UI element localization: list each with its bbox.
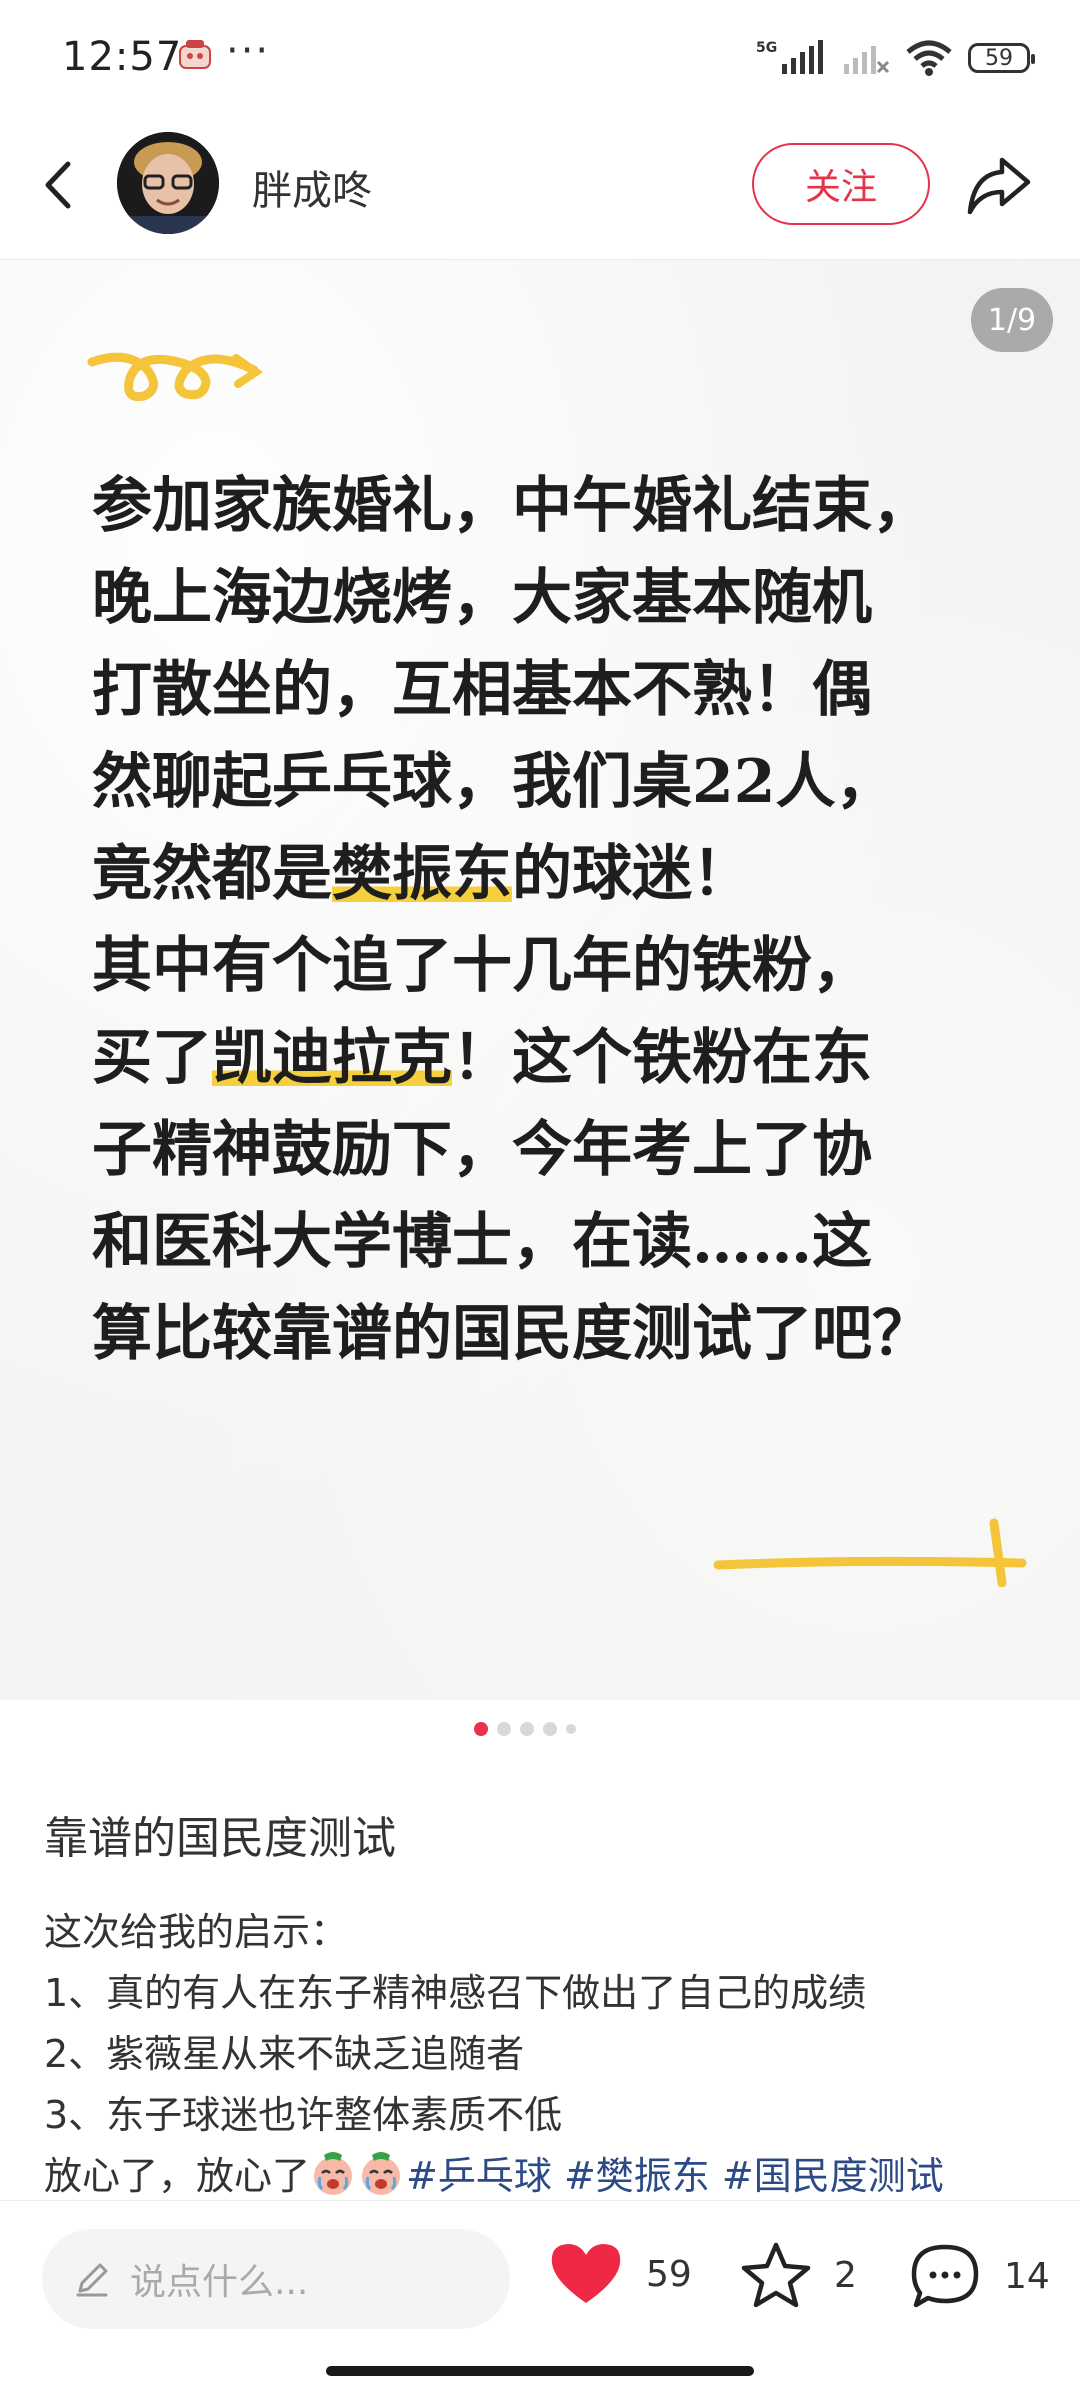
text-segment: 打散坐的，互相基本不熟！偶 <box>92 655 872 725</box>
text-segment: 晚上海边烧烤，大家基本随机 <box>92 563 872 633</box>
post-body-text: 放心了，放心了 <box>44 2154 311 2198</box>
signal-sim2-icon <box>844 46 890 74</box>
comment-input[interactable]: 说点什么... <box>42 2229 510 2329</box>
post-image-text-line: 算比较靠谱的国民度测试了吧？ <box>92 1288 1012 1380</box>
post-title: 靠谱的国民度测试 <box>44 1813 396 1864</box>
crying-emoji-icon <box>314 2152 353 2195</box>
post-image-text-line: 和医科大学博士，在读……这 <box>92 1196 1012 1288</box>
post-body-line: 这次给我的启示： <box>44 1910 349 1954</box>
text-segment: 和医科大学博士，在读……这 <box>92 1207 872 1277</box>
hashtag-link[interactable]: #乒乓球 <box>406 2154 552 2198</box>
underline-decoration-icon <box>713 1518 1027 1587</box>
post-image-text-line: 晚上海边烧烤，大家基本随机 <box>92 552 1012 644</box>
star-icon <box>741 2242 811 2308</box>
follow-button[interactable]: 关注 <box>752 143 930 225</box>
post-body: 这次给我的启示： 1、真的有人在东子精神感召下做出了自己的成绩 2、紫薇星从来不… <box>44 1902 1044 2207</box>
pencil-icon <box>76 2263 108 2297</box>
status-right: 5G 59 <box>756 36 1035 80</box>
like-button[interactable]: 59 <box>548 2241 692 2307</box>
image-pager: 1/9 <box>971 288 1053 352</box>
post-image-text-line: 子精神鼓励下，今年考上了协 <box>92 1104 1012 1196</box>
post-image-text-line: 打散坐的，互相基本不熟！偶 <box>92 644 1012 736</box>
bottom-action-bar: 说点什么... 59 2 14 <box>0 2200 1080 2350</box>
app-notification-icon <box>179 40 211 69</box>
post-body-line: 3、东子球迷也许整体素质不低 <box>44 2093 563 2137</box>
crying-emoji-icon <box>362 2152 401 2195</box>
text-segment: 子精神鼓励下，今年考上了协 <box>92 1115 872 1185</box>
status-bar: 12:57 ··· 5G 59 <box>0 0 1080 110</box>
post-body-line: 2、紫薇星从来不缺乏追随者 <box>44 2032 525 2076</box>
carousel-dot <box>566 1724 576 1734</box>
share-icon[interactable] <box>964 152 1034 218</box>
text-segment: 算比较靠谱的国民度测试了吧？ <box>92 1299 932 1369</box>
heart-icon <box>551 2244 621 2303</box>
signal-5g-icon: 5G <box>756 40 823 74</box>
comment-placeholder: 说点什么... <box>130 2262 309 2303</box>
svg-text:5G: 5G <box>756 40 777 56</box>
battery-icon: 59 <box>968 43 1035 73</box>
status-time: 12:57 <box>62 34 183 80</box>
comment-count: 14 <box>1004 2255 1050 2297</box>
post-header: 胖成咚 关注 <box>0 110 1080 260</box>
post-caption: 靠谱的国民度测试 这次给我的启示： 1、真的有人在东子精神感召下做出了自己的成绩… <box>44 1802 1044 2207</box>
post-body-line: 1、真的有人在东子精神感召下做出了自己的成绩 <box>44 1971 867 2015</box>
status-more-icon: ··· <box>226 28 271 74</box>
text-segment: 的球迷！ <box>512 839 752 909</box>
carousel-dot <box>497 1722 511 1736</box>
carousel-dot-active <box>474 1722 488 1736</box>
text-segment: ！这个铁粉在东 <box>452 1023 872 1093</box>
swirl-decoration-icon <box>87 352 264 402</box>
post-body-line-tags: 放心了，放心了 #乒乓球 #樊振东 #国民度测试 <box>44 2146 1044 2207</box>
post-image[interactable]: 1/9 参加家族婚礼，中午婚礼结束， 晚上海边烧烤，大家基本随机 打散坐的，互相基本… <box>0 260 1080 1700</box>
home-indicator[interactable] <box>326 2366 754 2376</box>
carousel-dot <box>543 1722 557 1736</box>
carousel-dot <box>520 1722 534 1736</box>
text-segment: 参加家族婚礼，中午婚礼结束， <box>92 471 932 541</box>
text-segment: 竟然都是 <box>92 839 332 909</box>
comment-bubble-icon <box>911 2244 979 2308</box>
author-avatar[interactable] <box>117 132 219 234</box>
comment-button[interactable]: 14 <box>908 2241 1050 2311</box>
post-image-text-line: 参加家族婚礼，中午婚礼结束， <box>92 460 1012 552</box>
post-image-text-line: 买了凯迪拉克！这个铁粉在东 <box>92 1012 1012 1104</box>
author-name[interactable]: 胖成咚 <box>252 158 372 216</box>
highlighted-text: 樊振东 <box>332 839 512 909</box>
hashtag-link[interactable]: #国民度测试 <box>722 2154 944 2198</box>
wifi-icon <box>906 40 952 76</box>
avatar-image <box>117 132 219 234</box>
post-image-text-line: 然聊起乒乓球，我们桌22人， <box>92 736 1012 828</box>
post-image-text-line: 其中有个追了十几年的铁粉， <box>92 920 1012 1012</box>
text-segment: 然聊起乒乓球，我们桌22人， <box>92 747 896 817</box>
text-segment: 其中有个追了十几年的铁粉， <box>92 931 872 1001</box>
highlighted-text: 凯迪拉克 <box>212 1023 452 1093</box>
favorite-count: 2 <box>834 2254 857 2296</box>
hashtag-link[interactable]: #樊振东 <box>564 2154 710 2198</box>
favorite-button[interactable]: 2 <box>740 2241 857 2309</box>
post-image-text-line: 竟然都是樊振东的球迷！ <box>92 828 1012 920</box>
text-segment: 买了 <box>92 1023 212 1093</box>
like-count: 59 <box>646 2253 692 2295</box>
back-arrow-icon[interactable] <box>30 150 90 220</box>
post-image-text: 参加家族婚礼，中午婚礼结束， 晚上海边烧烤，大家基本随机 打散坐的，互相基本不熟！偶… <box>92 460 1012 1380</box>
carousel-dots <box>0 1722 1080 1736</box>
